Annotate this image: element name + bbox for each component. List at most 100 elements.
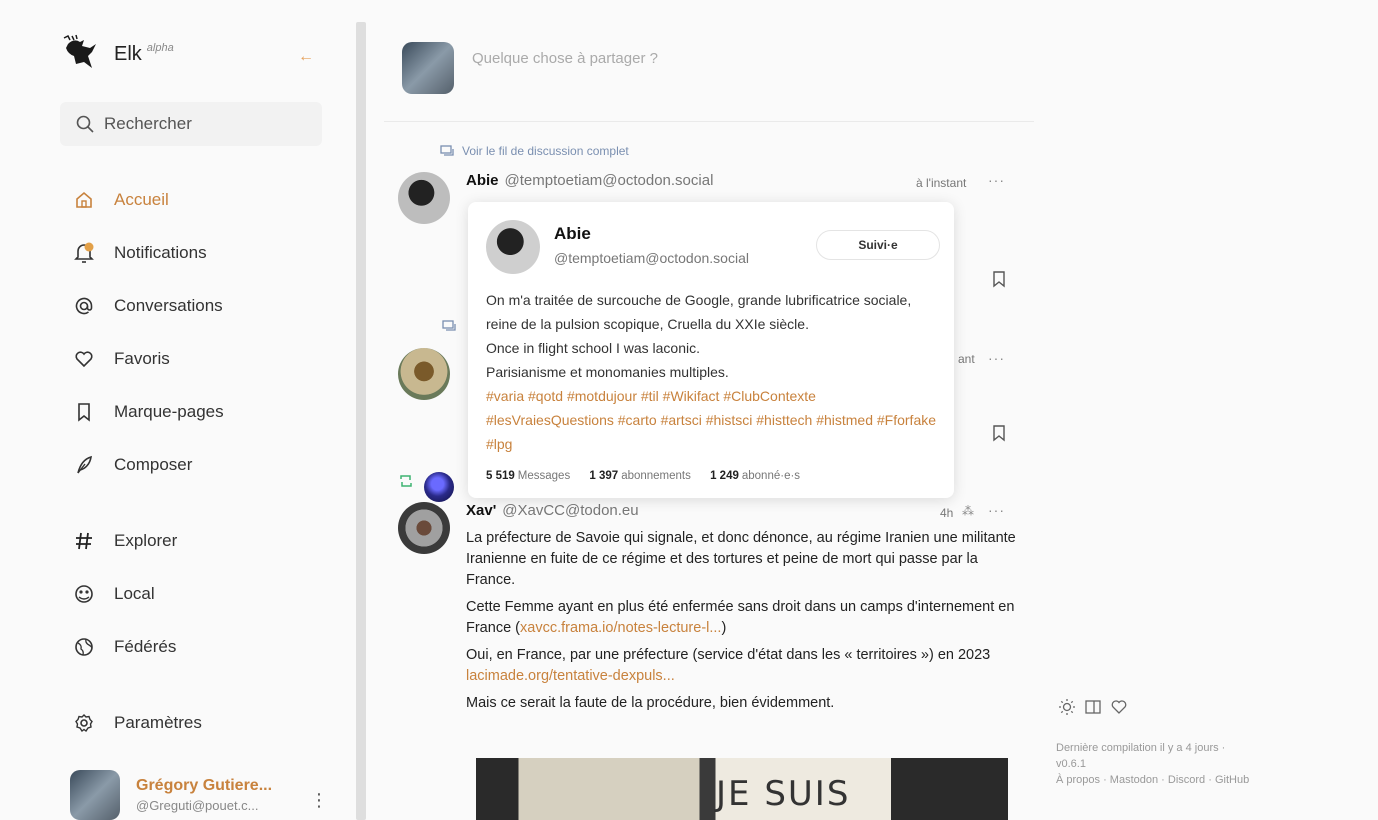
bio-line: Once in flight school I was laconic.	[486, 340, 700, 356]
nav-item-composer[interactable]: Composer	[72, 450, 192, 480]
bio-line: On m'a traitée de surcouche de Google, g…	[486, 292, 912, 332]
stat-following[interactable]: 1 397 abonnements	[589, 470, 690, 482]
bio-line: Parisianisme et monomanies multiples.	[486, 364, 729, 380]
post-link[interactable]: xavcc.frama.io/notes-lecture-l...	[520, 620, 721, 636]
bookmark-icon[interactable]	[990, 270, 1008, 288]
post-author-name[interactable]: Xav'	[466, 502, 496, 519]
post-link[interactable]: lacimade.org/tentative-dexpuls...	[466, 668, 675, 684]
current-user[interactable]: Grégory Gutiere... @Greguti@pouet.c...	[70, 770, 272, 820]
version[interactable]: v0.6.1	[1056, 756, 1249, 772]
nav-item-favoris[interactable]: Favoris	[72, 344, 170, 374]
post-paragraph: Oui, en France, par une préfecture (serv…	[466, 645, 1026, 687]
nav-label: Fédérés	[114, 637, 177, 656]
feather-icon	[72, 453, 96, 477]
bookmark-icon[interactable]	[990, 424, 1008, 442]
stat-value: 1 249	[710, 470, 739, 482]
hashtag-icon	[72, 529, 96, 553]
post-author-handle[interactable]: @temptoetiam@octodon.social	[505, 172, 714, 189]
post-paragraph: La préfecture de Savoie qui signale, et …	[466, 530, 1016, 588]
hovercard-stats: 5 519 Messages 1 397 abonnements 1 249 abon…	[486, 470, 816, 482]
image-text: JE SUIS	[716, 774, 851, 814]
user-handle: @Greguti@pouet.c...	[136, 798, 259, 813]
thread-icon[interactable]	[442, 320, 456, 332]
app-logo-link[interactable]: Elk alpha	[62, 34, 174, 74]
bio-hashtags[interactable]: #varia #qotd #motdujour #til #Wikifact #…	[486, 384, 946, 456]
thread-link[interactable]: Voir le fil de discussion complet	[440, 144, 629, 158]
elk-logo-icon	[63, 34, 96, 68]
heart-icon	[72, 347, 96, 371]
home-icon	[72, 188, 96, 212]
nav-label: Favoris	[114, 349, 170, 368]
gear-icon	[72, 711, 96, 735]
post-author-handle[interactable]: @XavCC@todon.eu	[502, 502, 638, 519]
more-vertical-icon[interactable]: ⋮	[310, 790, 328, 811]
nav-label: Composer	[114, 455, 193, 474]
post-text: )	[721, 620, 727, 636]
stat-label: abonnements	[621, 470, 691, 482]
search-input[interactable]: Rechercher	[60, 102, 322, 146]
nav-item-explorer[interactable]: Explorer	[72, 526, 177, 556]
stat-followers[interactable]: 1 249 abonné·e·s	[710, 470, 800, 482]
globe-icon	[72, 635, 96, 659]
hovercard-name[interactable]: Abie	[554, 224, 591, 244]
post-time[interactable]: à l'instant	[916, 176, 966, 190]
post-header: Xav' @XavCC@todon.eu	[466, 502, 639, 519]
nav-item-marque-pages[interactable]: Marque-pages	[72, 397, 224, 427]
stat-messages[interactable]: 5 519 Messages	[486, 470, 570, 482]
hovercard-handle[interactable]: @temptoetiam@octodon.social	[554, 250, 749, 266]
nav-label: Marque-pages	[114, 402, 224, 421]
nav-item-accueil[interactable]: Accueil	[72, 185, 169, 215]
arrow-left-icon[interactable]: ←	[298, 48, 314, 66]
bookmark-icon	[72, 400, 96, 424]
layout-icon[interactable]	[1084, 698, 1102, 716]
nav-item-parametres[interactable]: Paramètres	[72, 708, 202, 738]
thread-link-label: Voir le fil de discussion complet	[462, 144, 629, 158]
post-time[interactable]: ant	[958, 352, 975, 366]
nav-label: Notifications	[114, 243, 207, 262]
avatar[interactable]	[424, 472, 454, 502]
nav-item-conversations[interactable]: Conversations	[72, 291, 223, 321]
post-text: Oui, en France, par une préfecture (serv…	[466, 647, 991, 663]
stat-value: 1 397	[589, 470, 619, 482]
more-icon[interactable]: ···	[988, 502, 1005, 518]
nav-label: Paramètres	[114, 713, 202, 732]
at-icon	[72, 294, 96, 318]
more-icon[interactable]: ···	[988, 350, 1005, 366]
compose-placeholder: Quelque chose à partager ?	[472, 50, 658, 67]
nav-label: Conversations	[114, 296, 223, 315]
stat-label: abonné·e·s	[741, 470, 801, 482]
user-info: Grégory Gutiere... @Greguti@pouet.c...	[136, 777, 272, 813]
avatar	[402, 42, 454, 94]
avatar[interactable]	[398, 502, 450, 554]
post-time[interactable]: 4h	[940, 506, 953, 520]
nav-item-local[interactable]: Local	[72, 579, 155, 609]
heart-icon[interactable]	[1110, 698, 1128, 716]
stat-value: 5 519	[486, 470, 515, 482]
compose-box[interactable]: Quelque chose à partager ?	[384, 22, 1034, 122]
nav-label: Local	[114, 584, 155, 603]
app-badge: alpha	[146, 42, 174, 54]
sun-icon[interactable]	[1058, 698, 1076, 716]
account-hover-card: Abie @temptoetiam@octodon.social Suivi·e…	[468, 202, 954, 498]
avatar[interactable]	[398, 348, 450, 400]
local-icon	[72, 582, 96, 606]
boost-icon	[400, 475, 412, 487]
hovercard-bio: On m'a traitée de surcouche de Google, g…	[486, 288, 946, 456]
follow-button[interactable]: Suivi·e	[816, 230, 940, 260]
post-author-name[interactable]: Abie	[466, 172, 499, 189]
post-paragraph: Mais ce serait la faute de la procédure,…	[466, 695, 835, 711]
post-paragraph: Cette Femme ayant en plus été enfermée s…	[466, 597, 1026, 639]
avatar[interactable]	[486, 220, 540, 274]
nav-label: Explorer	[114, 531, 178, 550]
build-info: Dernière compilation il y a 4 jours ·	[1056, 742, 1226, 754]
nav-label: Accueil	[114, 190, 169, 209]
more-icon[interactable]: ···	[988, 172, 1005, 188]
bell-icon	[72, 241, 96, 265]
nav-item-notifications[interactable]: Notifications	[72, 238, 207, 268]
footer-links[interactable]: À propos · Mastodon · Discord · GitHub	[1056, 772, 1249, 788]
nav-item-federes[interactable]: Fédérés	[72, 632, 176, 662]
avatar[interactable]	[398, 172, 450, 224]
post-image[interactable]: JE SUIS	[476, 758, 1008, 820]
footer: Dernière compilation il y a 4 jours · v0…	[1056, 740, 1249, 788]
sidebar-scrollbar[interactable]	[356, 22, 366, 820]
